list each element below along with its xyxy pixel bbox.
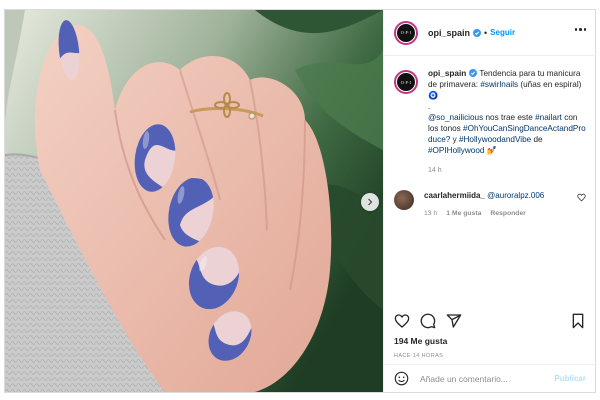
caption-username[interactable]: opi_spain bbox=[428, 69, 466, 78]
mention-link[interactable]: @so_nailicious bbox=[428, 113, 483, 122]
caption-timestamp[interactable]: 14 h bbox=[428, 165, 586, 176]
nail-art-image bbox=[5, 10, 383, 392]
caption-avatar[interactable]: O·P·I bbox=[394, 70, 418, 94]
comment-mention[interactable]: @auroralpz.006 bbox=[487, 191, 544, 200]
commenter-username[interactable]: caarlahermiida_ bbox=[424, 191, 485, 200]
hashtag-link[interactable]: #swirlnails bbox=[480, 80, 518, 89]
likes-count[interactable]: 194 Me gusta bbox=[394, 336, 586, 346]
hashtag-link[interactable]: #HollywoodandVibe bbox=[459, 135, 531, 144]
comment-item: caarlahermiida_ @auroralpz.006 13 h 1 Me… bbox=[394, 190, 586, 219]
more-options-button[interactable] bbox=[574, 28, 586, 31]
comment-input[interactable] bbox=[420, 373, 540, 384]
comment-timestamp[interactable]: 13 h bbox=[424, 208, 437, 219]
avatar-logo: O·P·I bbox=[397, 23, 415, 42]
comment-like-button[interactable] bbox=[577, 193, 586, 202]
nazar-emoji: 🧿 bbox=[428, 91, 439, 100]
next-photo-button[interactable] bbox=[361, 193, 379, 211]
share-icon[interactable] bbox=[446, 313, 462, 329]
comment-icon[interactable] bbox=[420, 313, 436, 329]
comment-meta: 13 h 1 Me gusta Responder bbox=[424, 208, 544, 219]
post-side-panel: O·P·I opi_spain • Seguir O·P·I opi_spain… bbox=[383, 10, 596, 392]
bookmark-icon[interactable] bbox=[570, 313, 586, 329]
comment-likes[interactable]: 1 Me gusta bbox=[446, 208, 481, 219]
follow-button[interactable]: Seguir bbox=[490, 28, 515, 37]
comments-section: O·P·I opi_spain Tendencia para tu manicu… bbox=[384, 56, 596, 308]
comment-body: caarlahermiida_ @auroralpz.006 13 h 1 Me… bbox=[424, 190, 544, 219]
post-actions: 194 Me gusta HACE 14 HORAS bbox=[384, 308, 596, 359]
hashtag-link[interactable]: #nailart bbox=[535, 113, 562, 122]
action-icons bbox=[394, 308, 586, 334]
verified-icon bbox=[473, 28, 482, 37]
publish-button[interactable]: Publicar bbox=[554, 374, 586, 383]
post-photo bbox=[5, 10, 383, 392]
post-age[interactable]: HACE 14 HORAS bbox=[394, 353, 586, 359]
emoji-icon[interactable] bbox=[394, 371, 409, 386]
hashtag-link[interactable]: #OPIHollywood bbox=[428, 146, 484, 155]
add-comment-bar: Publicar bbox=[384, 364, 596, 392]
instagram-post: O·P·I opi_spain • Seguir O·P·I opi_spain… bbox=[4, 9, 596, 393]
heart-icon[interactable] bbox=[394, 313, 410, 329]
separator-dot: • bbox=[484, 27, 488, 38]
reply-button[interactable]: Responder bbox=[490, 208, 526, 219]
chevron-right-icon bbox=[368, 198, 373, 206]
commenter-avatar[interactable] bbox=[394, 190, 414, 210]
post-caption: O·P·I opi_spain Tendencia para tu manicu… bbox=[394, 68, 586, 176]
post-header: O·P·I opi_spain • Seguir bbox=[384, 10, 596, 56]
account-username[interactable]: opi_spain bbox=[428, 28, 470, 38]
caption-text: opi_spain Tendencia para tu manicura de … bbox=[428, 69, 586, 176]
avatar[interactable]: O·P·I bbox=[394, 20, 418, 45]
nail-polish-emoji: 💅 bbox=[484, 146, 497, 155]
more-icon bbox=[574, 28, 577, 31]
